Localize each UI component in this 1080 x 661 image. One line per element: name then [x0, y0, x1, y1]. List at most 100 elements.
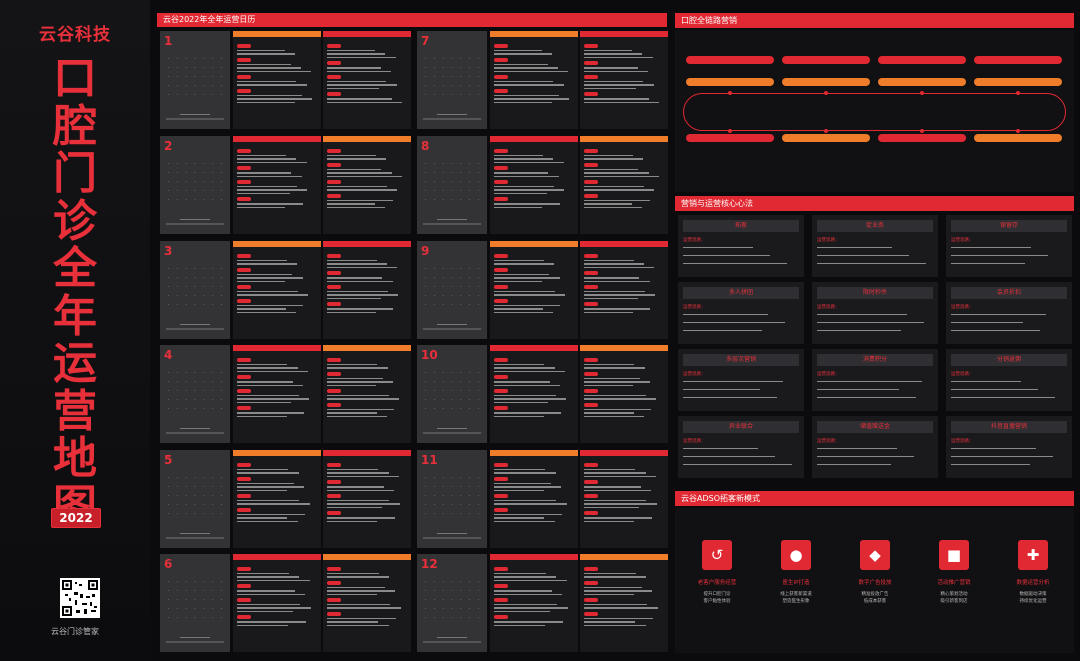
day-cell: ·	[220, 616, 223, 621]
text-line	[494, 603, 558, 606]
event-card	[323, 554, 411, 652]
day-cell: ·	[451, 189, 453, 194]
day-cell: ·	[176, 398, 178, 403]
text-line	[327, 586, 385, 589]
text-line	[327, 489, 395, 491]
text-line	[683, 397, 777, 399]
day-cell: ·	[468, 485, 471, 490]
event-tag	[494, 88, 508, 93]
day-cell: ·	[167, 389, 170, 394]
text-line	[327, 168, 382, 171]
text-line	[584, 475, 656, 478]
text-line	[237, 50, 285, 52]
text-line	[494, 370, 566, 373]
month-row: 11 · · · · · · · · · · · · · · · · · · · · · · · · · · · · · · · · · · ·	[417, 450, 668, 548]
text-line	[237, 415, 287, 417]
day-cell: ·	[468, 93, 471, 98]
text-line	[327, 308, 394, 310]
text-line	[494, 80, 554, 83]
day-cell: ·	[468, 398, 471, 403]
title-char: 口	[53, 53, 97, 104]
day-cell: ·	[477, 303, 480, 308]
text-line	[584, 607, 658, 609]
event-lines	[327, 41, 407, 125]
day-cell: ·	[451, 607, 453, 612]
day-cell: ·	[477, 371, 480, 376]
text-line	[494, 294, 566, 296]
event-tag	[327, 92, 341, 97]
refresh-icon: ↺	[702, 540, 732, 570]
day-cell: ·	[211, 380, 214, 385]
text-line	[237, 469, 289, 471]
month-row: 12 · · · · · · · · · · · · · · · · · · · · · · · · · · · · · · · · · · ·	[417, 554, 668, 652]
text-line	[327, 469, 379, 471]
day-cell: ·	[468, 371, 471, 376]
event-tag	[327, 567, 341, 571]
day-cell: ·	[477, 589, 480, 594]
divider	[166, 432, 224, 434]
ops-card-subtitle: 运营思路：	[683, 439, 706, 444]
text-line	[327, 70, 391, 72]
divider	[166, 118, 224, 120]
day-cell: ·	[424, 66, 427, 71]
text-line	[237, 472, 299, 474]
title-char: 诊	[53, 195, 97, 247]
event-tag	[494, 197, 508, 202]
text-line	[683, 247, 753, 249]
day-cell: ·	[451, 494, 453, 499]
mode-label: 数据运营分析	[1016, 580, 1050, 586]
event-card-bar	[323, 554, 411, 560]
flow-text	[878, 146, 966, 160]
text-line	[327, 364, 378, 366]
day-cell: ·	[194, 294, 196, 299]
day-cell: ·	[477, 294, 480, 299]
text-line	[494, 486, 562, 488]
month-calendar: 7 · · · · · · · · · · · · · · · · · · · · · · · · · · · · · · · · · · ·	[417, 31, 487, 129]
day-cell: ·	[185, 198, 187, 203]
day-cell: ·	[194, 189, 196, 194]
ops-card: 拓客 运营思路：	[678, 215, 804, 277]
day-cell: ·	[442, 607, 444, 612]
event-lines	[237, 460, 317, 544]
flow-text	[878, 64, 966, 78]
text-line	[237, 290, 298, 293]
text-line	[327, 520, 378, 522]
flow-pill	[782, 134, 870, 142]
text-line	[237, 175, 302, 177]
text-line	[237, 98, 313, 100]
flow-pill	[974, 56, 1062, 64]
month-calendar: 3 · · · · · · · · · · · · · · · · · · · · · · · · · · · · · · · · · · ·	[160, 241, 230, 339]
ops-card-subtitle: 运营思路：	[951, 372, 974, 377]
flow-step-top	[974, 56, 1062, 86]
day-cell: ·	[203, 371, 205, 376]
text-line	[327, 573, 379, 575]
text-line	[584, 617, 653, 620]
text-line	[494, 175, 559, 177]
ops-card-title: 储值赠送金	[817, 421, 933, 433]
mode-label: 老客户服务经营	[697, 580, 737, 586]
text-line	[237, 70, 312, 72]
text-line	[237, 381, 293, 383]
day-cell: ·	[451, 512, 453, 517]
day-cell: ·	[220, 294, 223, 299]
day-cell: ·	[167, 57, 170, 62]
day-cell: ·	[433, 276, 435, 281]
text-line	[494, 172, 549, 174]
event-card	[323, 136, 411, 234]
title-char: 腔	[53, 100, 97, 152]
text-line	[494, 621, 563, 623]
day-cell: ·	[451, 276, 453, 281]
text-line	[494, 398, 566, 400]
day-cell: ·	[194, 580, 196, 585]
day-cell: ·	[433, 512, 435, 517]
text-line	[327, 377, 383, 380]
text-line	[584, 263, 644, 265]
text-line	[237, 621, 306, 623]
event-card-bar	[580, 450, 668, 456]
day-cell: ·	[203, 285, 205, 290]
day-cell: ·	[203, 180, 205, 185]
day-cell: ·	[211, 276, 214, 281]
divider	[180, 533, 210, 534]
mode-desc: 持续优化运营	[1019, 599, 1047, 604]
day-grid: · · · · · · · · · · · · · · · · · · · · · · · · · · · · · · · · · · ·	[421, 160, 483, 214]
